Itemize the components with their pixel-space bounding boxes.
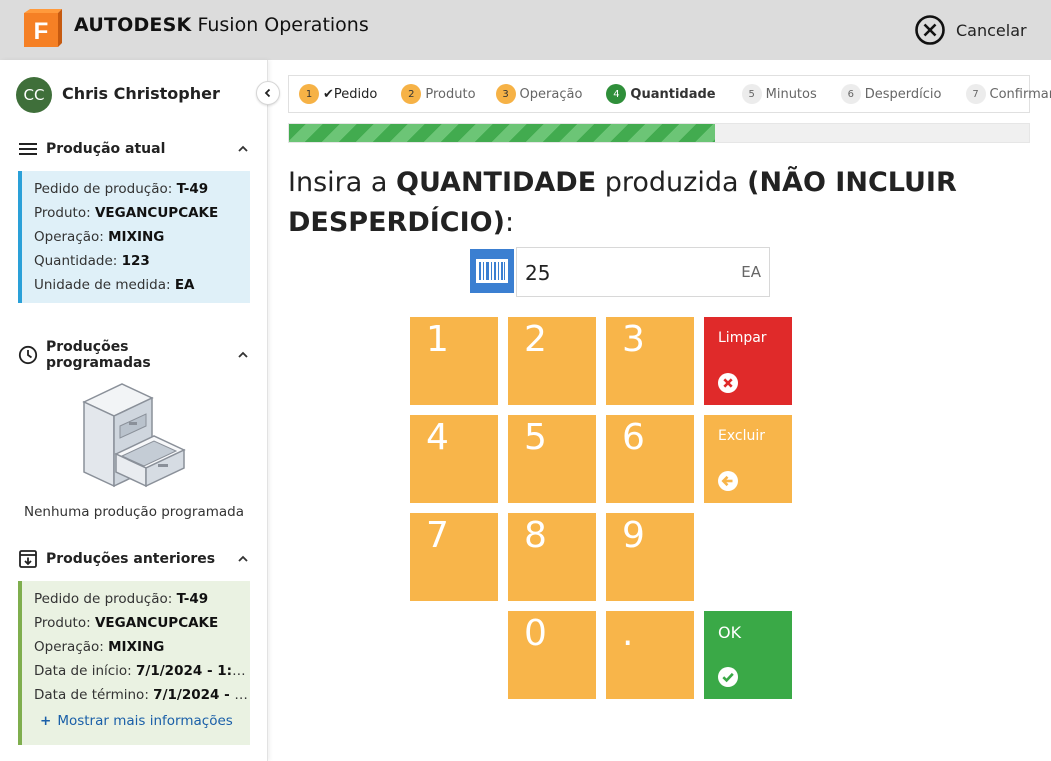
step-number: 3 — [495, 84, 516, 104]
quantity-prompt: Insira a QUANTIDADE produzida (NÃO INCLU… — [288, 167, 957, 238]
delete-label: Excluir — [718, 428, 765, 444]
archive-download-icon — [18, 549, 38, 569]
x-circle-icon — [718, 373, 738, 393]
step-quantidade: 4 Quantidade — [606, 84, 716, 104]
previous-row: Operação: MIXING — [34, 639, 165, 655]
step-number: 2 — [401, 84, 422, 104]
previous-productions-header[interactable]: Produções anteriores — [18, 547, 250, 571]
step-label: ✔Pedido — [323, 86, 378, 102]
step-label: Produto — [425, 86, 476, 102]
key-2[interactable]: 2 — [508, 317, 596, 405]
step-number: 6 — [840, 84, 861, 104]
key-decimal[interactable]: . — [606, 611, 694, 699]
previous-row: Produto: VEGANCUPCAKE — [34, 615, 219, 631]
previous-row: Pedido de produção: T-49 — [34, 591, 209, 607]
previous-production-card: Pedido de produção: T-49 Produto: VEGANC… — [18, 581, 250, 745]
chevron-up-icon[interactable] — [236, 552, 250, 566]
previous-row: Data de término: 7/1/2024 - 4:... — [34, 687, 250, 703]
step-label: Minutos — [765, 86, 817, 102]
cancel-label: Cancelar — [956, 20, 1027, 40]
clear-label: Limpar — [718, 330, 767, 346]
previous-row: Data de início: 7/1/2024 - 1:31 ... — [34, 663, 250, 679]
progress-bar — [288, 123, 1030, 143]
quantity-input[interactable]: 25 EA — [516, 247, 770, 297]
key-5[interactable]: 5 — [508, 415, 596, 503]
barcode-scan-button[interactable] — [470, 249, 514, 293]
step-label: Confirmar — [989, 86, 1051, 102]
check-icon: ✔ — [323, 86, 334, 102]
step-number: 7 — [965, 84, 986, 104]
step-number: 5 — [741, 84, 762, 104]
current-row: Operação: MIXING — [34, 229, 165, 245]
key-4[interactable]: 4 — [410, 415, 498, 503]
cancel-button[interactable]: Cancelar — [914, 14, 1027, 46]
key-9[interactable]: 9 — [606, 513, 694, 601]
current-row: Produto: VEGANCUPCAKE — [34, 205, 219, 221]
key-6[interactable]: 6 — [606, 415, 694, 503]
avatar: CC — [16, 77, 52, 113]
ok-button[interactable]: OK — [704, 611, 792, 699]
current-production-card: Pedido de produção: T-49 Produto: VEGANC… — [18, 171, 250, 303]
step-label: Desperdício — [864, 86, 942, 102]
step-pedido: 1 ✔Pedido — [299, 84, 377, 104]
empty-cabinet-icon — [82, 383, 186, 488]
clear-button[interactable]: Limpar — [704, 317, 792, 405]
current-row: Unidade de medida: EA — [34, 277, 195, 293]
barcode-icon — [476, 259, 508, 283]
collapse-sidebar-button[interactable] — [256, 81, 280, 105]
logo-letter: F — [34, 18, 49, 45]
arrow-left-circle-icon — [718, 471, 738, 491]
step-number: 4 — [606, 84, 627, 104]
check-circle-icon — [718, 667, 738, 687]
key-1[interactable]: 1 — [410, 317, 498, 405]
top-bar: F AUTODESK Fusion Operations Cancelar — [0, 0, 1051, 60]
empty-scheduled-text: Nenhuma produção programada — [24, 504, 244, 520]
current-row: Quantidade: 123 — [34, 253, 150, 269]
current-production-header[interactable]: Produção atual — [18, 137, 250, 161]
show-more-label[interactable]: Mostrar mais informações — [57, 713, 232, 729]
key-7[interactable]: 7 — [410, 513, 498, 601]
step-desperdicio: 6 Desperdício — [840, 84, 942, 104]
ok-label: OK — [718, 623, 742, 642]
key-3[interactable]: 3 — [606, 317, 694, 405]
clock-icon — [18, 345, 38, 365]
step-number: 1 — [299, 84, 319, 104]
chevron-left-icon — [264, 88, 271, 98]
show-more-link[interactable]: + Mostrar mais informações — [34, 709, 250, 733]
key-8[interactable]: 8 — [508, 513, 596, 601]
product-name: Fusion Operations — [197, 14, 369, 36]
current-production-title: Produção atual — [46, 141, 166, 157]
step-operacao: 3 Operação — [495, 84, 583, 104]
step-minutos: 5 Minutos — [741, 84, 817, 104]
sidebar: CC Chris Christopher Produção atual Pedi… — [0, 60, 268, 761]
quantity-value: 25 — [525, 261, 551, 285]
progress-fill — [289, 124, 715, 142]
delete-button[interactable]: Excluir — [704, 415, 792, 503]
autodesk-fusion-logo: F — [24, 9, 62, 47]
step-produto: 2 Produto — [401, 84, 476, 104]
user-name: Chris Christopher — [62, 84, 220, 103]
close-circle-icon — [915, 15, 945, 45]
key-0[interactable]: 0 — [508, 611, 596, 699]
step-indicator: 1 ✔Pedido 2 Produto 3 Operação 4 Quantid… — [288, 75, 1051, 113]
current-row: Pedido de produção: T-49 — [34, 181, 209, 197]
step-label: Quantidade — [630, 86, 716, 102]
previous-productions-title: Produções anteriores — [46, 551, 216, 567]
brand-name: AUTODESK — [74, 14, 192, 36]
chevron-up-icon[interactable] — [236, 142, 250, 156]
step-label: Operação — [519, 86, 583, 102]
quantity-unit: EA — [741, 263, 761, 281]
plus-icon: + — [40, 713, 52, 729]
step-confirmar: 7 Confirmar — [965, 84, 1051, 104]
scheduled-productions-title: Produções programadas — [46, 339, 151, 371]
menu-lines-icon — [18, 139, 38, 159]
chevron-up-icon[interactable] — [236, 348, 250, 362]
app-title: AUTODESK Fusion Operations — [74, 14, 369, 36]
scheduled-productions-header[interactable]: Produções programadas — [18, 339, 250, 371]
